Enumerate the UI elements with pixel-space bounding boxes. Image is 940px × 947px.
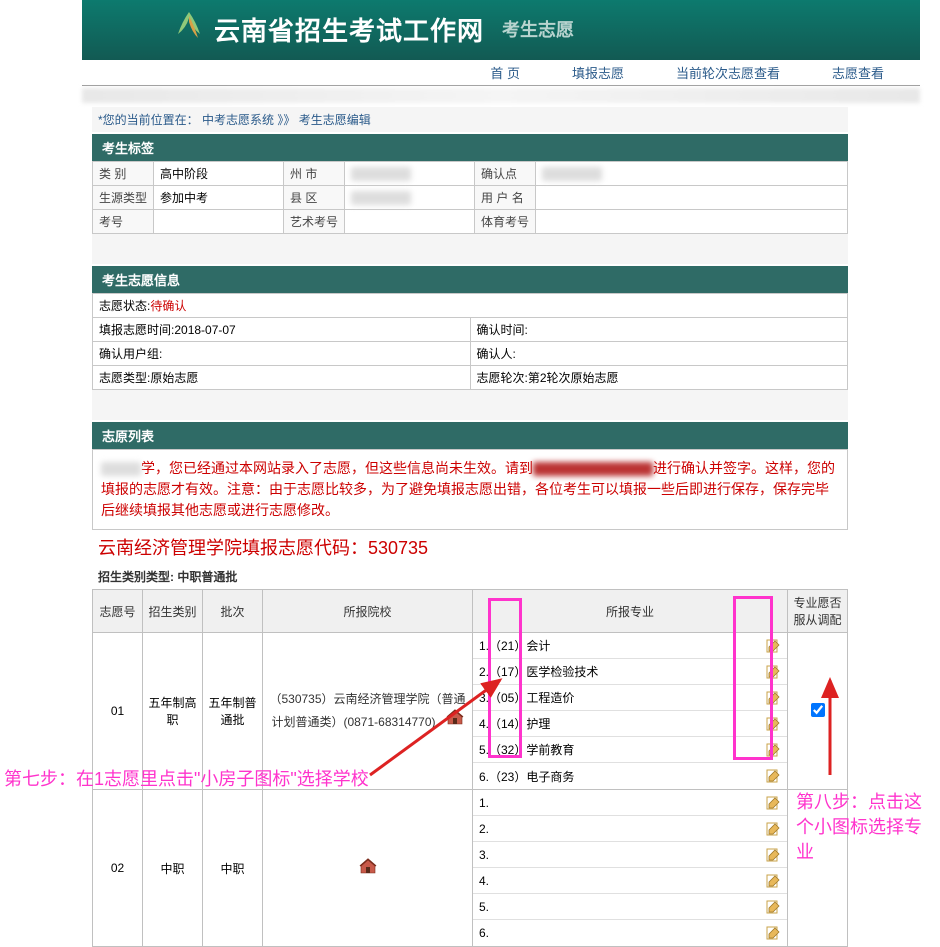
house-icon[interactable]	[446, 708, 464, 726]
edit-icon[interactable]	[765, 768, 781, 784]
edit-icon[interactable]	[765, 873, 781, 889]
nav-view[interactable]: 志愿查看	[826, 63, 890, 82]
major-label: 6.	[479, 926, 489, 940]
major-row: 1.	[473, 790, 787, 816]
house-icon[interactable]	[359, 857, 377, 875]
school-code-line: 云南经济管理学院填报志愿代码：530735	[92, 530, 848, 564]
edit-icon[interactable]	[765, 899, 781, 915]
student-info-table: 类 别 高中阶段 州 市 确认点 生源类型 参加中考 县 区 用 户 名 考号 …	[92, 161, 848, 234]
major-row: 5.	[473, 894, 787, 920]
nav-view-round[interactable]: 当前轮次志愿查看	[670, 63, 786, 82]
major-row: 6.（23）电子商务	[473, 763, 787, 789]
major-label: 1.	[479, 796, 489, 810]
major-label: 4.	[479, 874, 489, 888]
major-label: 3.	[479, 848, 489, 862]
major-label: 4.（14）护理	[479, 715, 550, 732]
logo-icon	[174, 10, 204, 48]
annotation-step7: 第七步：在1志愿里点击"小房子图标"选择学校	[4, 765, 494, 791]
notice-text: 学，您已经通过本网站录入了志愿，但这些信息尚未生效。请到进行确认并签字。这样，您…	[92, 449, 848, 530]
annotation-step8: 第八步：点击这个小图标选择专业	[796, 790, 936, 866]
major-row: 6.	[473, 920, 787, 946]
major-row: 2.（17）医学检验技术	[473, 659, 787, 685]
edit-icon[interactable]	[765, 821, 781, 837]
nav-fill[interactable]: 填报志愿	[566, 63, 630, 82]
section-volunteer-list-title: 志原列表	[92, 422, 848, 449]
site-title: 云南省招生考试工作网	[214, 11, 484, 48]
edit-icon[interactable]	[765, 716, 781, 732]
major-row: 2.	[473, 816, 787, 842]
major-row: 4.	[473, 868, 787, 894]
section-student-tags-title: 考生标签	[92, 134, 848, 161]
nav-home[interactable]: 首 页	[484, 63, 526, 82]
breadcrumb: *您的当前位置在： 中考志愿系统 》》 考生志愿编辑	[92, 107, 848, 132]
major-label: 5.	[479, 900, 489, 914]
volunteer-info-table: 志愿状态:待确认 填报志愿时间:2018-07-07 确认时间: 确认用户组: …	[92, 293, 848, 390]
edit-icon[interactable]	[765, 847, 781, 863]
major-row: 3.（05）工程造价	[473, 685, 787, 711]
status-value: 待确认	[150, 299, 186, 313]
breadcrumb-seg2[interactable]: 考生志愿编辑	[299, 113, 371, 127]
major-label: 5.（32）学前教育	[479, 741, 574, 758]
major-label: 2.	[479, 822, 489, 836]
section-volunteer-info-title: 考生志愿信息	[92, 266, 848, 293]
major-label: 3.（05）工程造价	[479, 689, 574, 706]
major-row: 5.（32）学前教育	[473, 737, 787, 763]
edit-icon[interactable]	[765, 925, 781, 941]
app-header: 云南省招生考试工作网 考生志愿	[82, 0, 920, 60]
adjust-checkbox[interactable]	[811, 703, 825, 717]
edit-icon[interactable]	[765, 742, 781, 758]
edit-icon[interactable]	[765, 664, 781, 680]
edit-icon[interactable]	[765, 638, 781, 654]
major-row: 4.（14）护理	[473, 711, 787, 737]
major-label: 2.（17）医学检验技术	[479, 663, 598, 680]
edit-icon[interactable]	[765, 795, 781, 811]
major-label: 1.（21）会计	[479, 637, 550, 654]
breadcrumb-seg1[interactable]: 中考志愿系统	[202, 113, 274, 127]
sub-title: 考生志愿	[502, 16, 574, 42]
major-row: 3.	[473, 842, 787, 868]
major-row: 1.（21）会计	[473, 633, 787, 659]
table-row: 02 中职 中职 1.2.3.4.5.6.	[93, 790, 848, 947]
edit-icon[interactable]	[765, 690, 781, 706]
nav-bar: 首 页 填报志愿 当前轮次志愿查看 志愿查看	[82, 60, 920, 86]
